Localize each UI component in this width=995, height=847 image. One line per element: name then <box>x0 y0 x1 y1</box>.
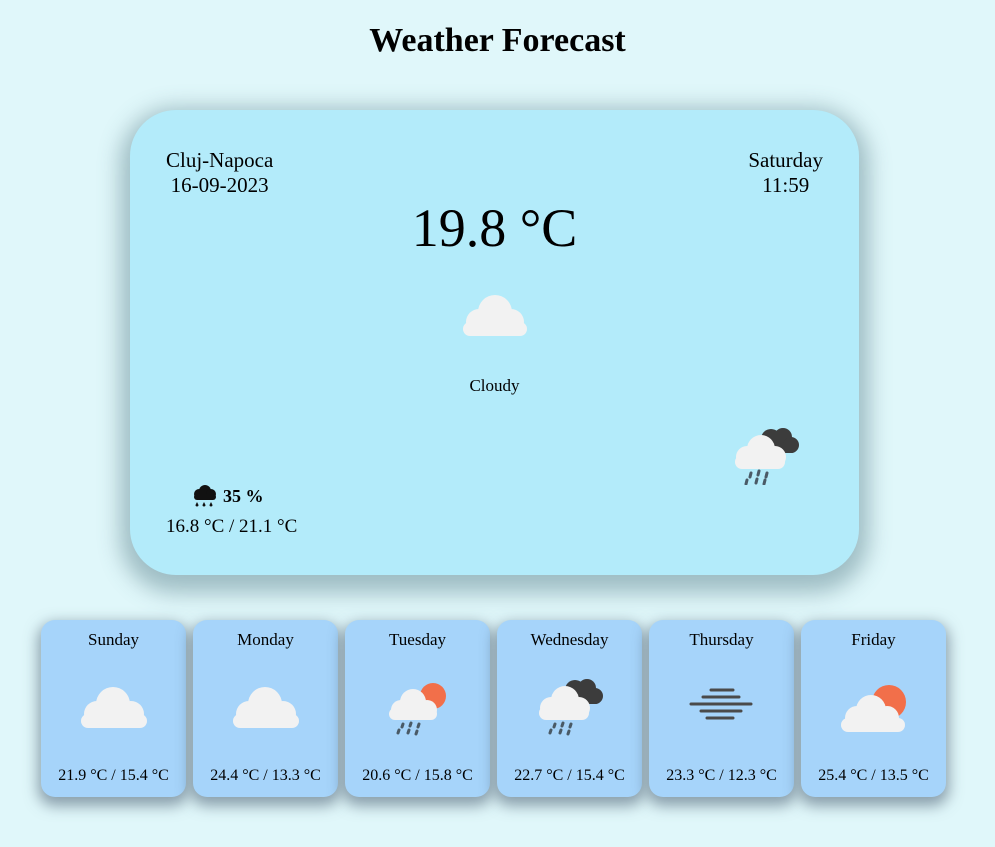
rain-cloud-icon <box>539 679 603 736</box>
day-time-block: Saturday 11:59 <box>748 148 823 198</box>
forecast-day: Tuesday <box>389 630 446 649</box>
forecast-list: Sunday 21.9 °C / 15.4 °C Monday 24.4 °C … <box>41 620 946 797</box>
forecast-day: Wednesday <box>530 630 609 649</box>
forecast-day: Friday <box>851 630 896 649</box>
forecast-temps: 22.7 °C / 15.4 °C <box>514 767 625 784</box>
forecast-temps: 20.6 °C / 15.8 °C <box>362 767 473 784</box>
page-title: Weather Forecast <box>369 22 626 59</box>
partly-cloudy-icon <box>841 685 906 732</box>
current-temperature: 19.8 °C <box>411 198 578 258</box>
precipitation-row: 35 % <box>192 484 264 509</box>
current-weather-card: Cluj-Napoca 16-09-2023 Saturday 11:59 19… <box>130 110 859 575</box>
forecast-card: Friday 25.4 °C / 13.5 °C <box>801 620 946 797</box>
forecast-card: Wednesday 22.7 °C / 15.4 °C <box>497 620 642 797</box>
rain-cloud-icon <box>735 428 799 485</box>
current-day: Saturday <box>748 148 823 172</box>
current-time: 11:59 <box>762 173 810 197</box>
city-name: Cluj-Napoca <box>166 148 274 172</box>
sun-rain-cloud-icon <box>389 683 446 736</box>
forecast-card: Monday 24.4 °C / 13.3 °C <box>193 620 338 797</box>
forecast-card: Thursday 23.3 °C / 12.3 °C <box>649 620 794 797</box>
fog-icon <box>689 688 753 720</box>
forecast-card: Sunday 21.9 °C / 15.4 °C <box>41 620 186 797</box>
current-date: 16-09-2023 <box>170 173 269 197</box>
forecast-day: Sunday <box>88 630 139 649</box>
rain-icon <box>194 485 216 507</box>
cloud-icon <box>81 687 147 728</box>
forecast-temps: 21.9 °C / 15.4 °C <box>58 767 169 784</box>
forecast-day: Monday <box>237 630 294 649</box>
forecast-day: Thursday <box>689 630 754 649</box>
condition-text: Cloudy <box>469 376 520 395</box>
precipitation-value: 35 % <box>223 486 264 506</box>
location-block: Cluj-Napoca 16-09-2023 <box>166 148 273 198</box>
forecast-temps: 24.4 °C / 13.3 °C <box>210 767 321 784</box>
min-max-temperature: 16.8 °C / 21.1 °C <box>166 516 298 537</box>
forecast-temps: 23.3 °C / 12.3 °C <box>666 767 777 784</box>
cloud-icon <box>463 295 527 336</box>
forecast-temps: 25.4 °C / 13.5 °C <box>818 767 929 784</box>
forecast-card: Tuesday 20.6 °C / 15.8 °C <box>345 620 490 797</box>
cloud-icon <box>233 687 299 728</box>
